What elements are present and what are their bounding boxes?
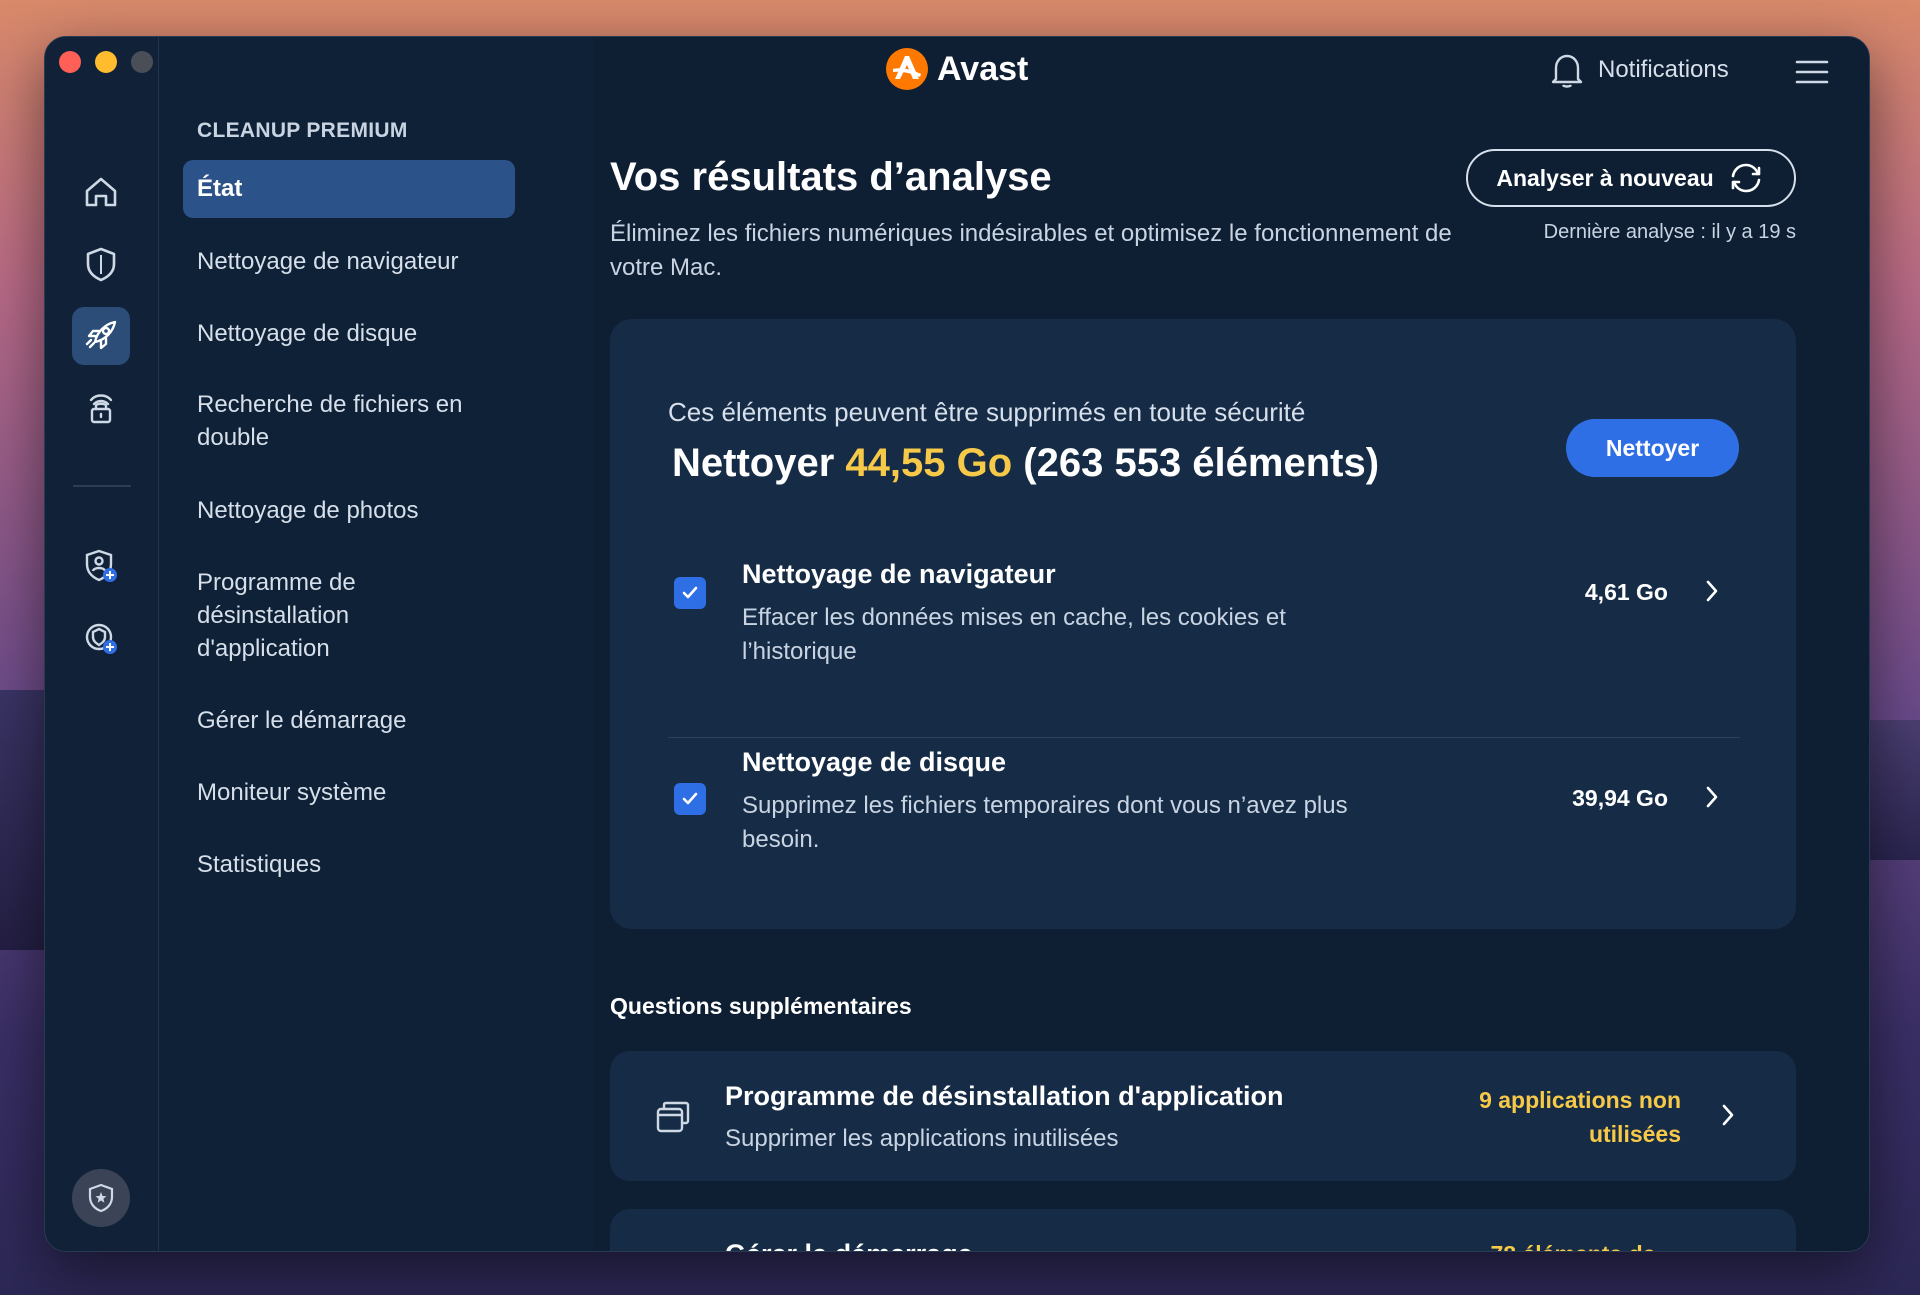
zoom-window-button[interactable] — [131, 51, 153, 73]
checkmark-icon — [682, 586, 698, 599]
headline-amount: 44,55 Go — [845, 441, 1013, 485]
disk-row-desc: Supprimez les fichiers temporaires dont … — [742, 792, 1348, 853]
hamburger-icon — [1795, 60, 1829, 84]
nav-item-system-monitor[interactable]: Moniteur système — [197, 776, 497, 809]
rail-home[interactable] — [72, 163, 130, 221]
notifications-label: Notifications — [1598, 56, 1729, 83]
section-title: Questions supplémentaires — [610, 993, 912, 1019]
rail-privacy[interactable] — [72, 379, 130, 437]
icon-rail — [45, 37, 159, 1251]
rail-divider — [73, 485, 131, 487]
question-card-startup[interactable]: Gérer le démarrage 78 éléments de ... — [610, 1209, 1796, 1251]
avast-logo-icon — [886, 48, 928, 90]
headline-count: (263 553 éléments) — [1023, 441, 1380, 485]
results-card: Ces éléments peuvent être supprimés en t… — [610, 319, 1796, 929]
window-controls — [59, 51, 153, 73]
rail-performance[interactable] — [72, 307, 130, 365]
avatar-shield-icon — [88, 1183, 114, 1213]
side-nav: CLEANUP PREMIUM État Nettoyage de naviga… — [159, 37, 594, 1251]
last-scan-info: Dernière analyse : il y a 19 s — [1543, 221, 1796, 243]
chevron-right-icon — [1706, 786, 1718, 808]
background-right — [1868, 720, 1920, 860]
background-left — [0, 690, 46, 950]
rail-account[interactable] — [72, 1169, 130, 1227]
nav-item-photos[interactable]: Nettoyage de photos — [197, 494, 497, 527]
results-subtitle: Ces éléments peuvent être supprimés en t… — [668, 397, 1306, 427]
disk-row-title: Nettoyage de disque — [742, 747, 1007, 777]
app-window: CLEANUP PREMIUM État Nettoyage de naviga… — [44, 36, 1870, 1252]
identity-plus-icon — [85, 549, 117, 582]
rescan-label: Analyser à nouveau — [1496, 164, 1714, 191]
page-subtitle: Éliminez les fichiers numériques indésir… — [610, 220, 1452, 281]
bell-icon — [1551, 54, 1583, 88]
nav-item-startup[interactable]: Gérer le démarrage — [197, 704, 497, 737]
chevron-right-icon — [1706, 580, 1718, 602]
home-icon — [85, 177, 117, 207]
app-name: Avast — [937, 49, 1029, 88]
minimize-window-button[interactable] — [95, 51, 117, 73]
browser-row-size: 4,61 Go — [1584, 579, 1668, 605]
privacy-lock-icon — [89, 394, 113, 424]
question-card-uninstaller[interactable]: Programme de désinstallation d'applicati… — [610, 1051, 1796, 1181]
checkmark-icon — [682, 792, 698, 805]
app-logo: Avast — [885, 47, 1028, 91]
nav-item-uninstaller[interactable]: Programme de désinstallation d'applicati… — [197, 566, 417, 665]
rail-protection[interactable] — [72, 235, 130, 293]
refresh-icon — [1731, 163, 1760, 193]
startup-card-badge: 78 éléments de ... — [1491, 1241, 1681, 1251]
nav-item-duplicates[interactable]: Recherche de fichiers en double — [197, 388, 497, 454]
web-shield-plus-icon — [85, 623, 117, 654]
nav-item-browser-cleanup[interactable]: Nettoyage de navigateur — [197, 245, 497, 278]
uninstaller-card-chevron[interactable] — [1718, 1101, 1738, 1134]
browser-row-title: Nettoyage de navigateur — [742, 559, 1056, 589]
nav-item-disk-cleanup[interactable]: Nettoyage de disque — [197, 317, 497, 350]
browser-row-chevron[interactable] — [1702, 577, 1722, 610]
chevron-right-icon — [1722, 1104, 1734, 1126]
rail-web-protection[interactable] — [72, 609, 130, 667]
shield-icon — [86, 247, 116, 282]
headline-prefix: Nettoyer — [672, 441, 835, 485]
apps-stack-icon — [656, 1101, 690, 1133]
browser-row-desc: Effacer les données mises en cache, les … — [742, 604, 1286, 665]
disk-row-chevron[interactable] — [1702, 783, 1722, 816]
startup-card-title: Gérer le démarrage — [725, 1239, 973, 1251]
notifications-button[interactable]: Notifications — [1550, 51, 1729, 89]
disk-checkbox[interactable] — [674, 783, 706, 815]
nav-item-statistics[interactable]: Statistiques — [197, 848, 497, 881]
uninstaller-card-title: Programme de désinstallation d'applicati… — [725, 1081, 1284, 1111]
results-headline: Nettoyer 44,55 Go (263 553 éléments) — [672, 441, 1379, 486]
rail-identity[interactable] — [72, 537, 130, 595]
rocket-icon — [85, 320, 117, 350]
disk-row-size: 39,94 Go — [1572, 785, 1668, 811]
page-title: Vos résultats d’analyse — [610, 155, 1052, 199]
clean-button[interactable]: Nettoyer — [1566, 419, 1739, 477]
hamburger-menu-button[interactable] — [1795, 59, 1829, 90]
uninstaller-card-desc: Supprimer les applications inutilisées — [725, 1125, 1119, 1152]
nav-item-etat[interactable]: État — [183, 160, 515, 218]
uninstaller-card-badge: 9 applications non utilisées — [1479, 1087, 1681, 1147]
close-window-button[interactable] — [59, 51, 81, 73]
results-divider — [668, 737, 1740, 738]
browser-checkbox[interactable] — [674, 577, 706, 609]
nav-heading: CLEANUP PREMIUM — [197, 119, 408, 142]
rescan-button[interactable]: Analyser à nouveau — [1466, 149, 1796, 207]
